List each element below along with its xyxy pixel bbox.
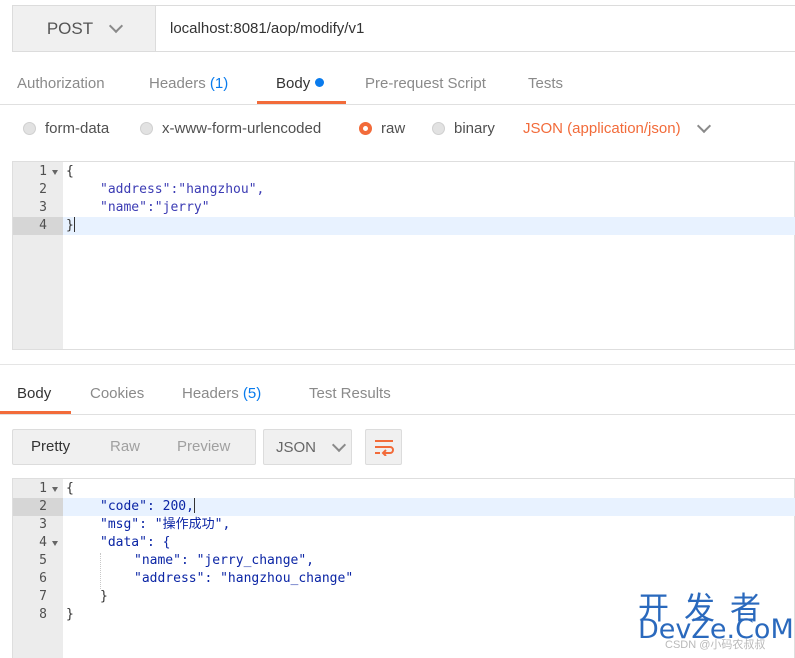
- line-number: 7: [39, 589, 47, 604]
- tab-cookies[interactable]: Cookies: [90, 376, 144, 414]
- code-line: "address":"hangzhou",: [100, 182, 265, 197]
- method-label: POST: [46, 18, 94, 38]
- indent-guide: [100, 553, 101, 589]
- chevron-down-icon: [331, 437, 347, 452]
- line-number: 8: [39, 607, 47, 622]
- fold-arrow-icon[interactable]: [52, 487, 58, 492]
- tab-body[interactable]: Body: [276, 66, 325, 104]
- radio-circle-icon: [23, 122, 36, 135]
- method-select[interactable]: POST: [12, 5, 155, 52]
- view-raw-button[interactable]: Raw: [110, 430, 140, 464]
- format-select[interactable]: JSON: [263, 429, 352, 465]
- tab-headers[interactable]: Headers (1): [149, 66, 228, 104]
- body-type-options: form-data x-www-form-urlencoded raw bina…: [0, 116, 795, 146]
- line-number: 1: [39, 164, 47, 179]
- code-line: }: [100, 589, 108, 604]
- radio-circle-icon: [432, 122, 445, 135]
- active-tab-indicator: [0, 411, 71, 414]
- radio-binary[interactable]: binary: [432, 120, 495, 137]
- chevron-down-icon: [109, 18, 124, 34]
- modified-dot-icon: [315, 78, 325, 87]
- tab-response-body[interactable]: Body: [17, 376, 51, 414]
- code-line: "name":"jerry": [100, 200, 210, 215]
- headers-count: (5): [242, 385, 262, 402]
- code-line: "code": 200,: [100, 498, 195, 514]
- wrap-icon: [374, 440, 394, 456]
- code-line: "data": {: [100, 535, 171, 550]
- tab-pre-request-script[interactable]: Pre-request Script: [365, 66, 486, 104]
- code-line: "name": "jerry_change",: [134, 553, 315, 568]
- content-type-select[interactable]: JSON (application/json): [523, 118, 711, 137]
- url-text: localhost:8081/aop/modify/v1: [170, 20, 365, 37]
- text-cursor: [73, 217, 75, 232]
- radio-x-www-form-urlencoded[interactable]: x-www-form-urlencoded: [140, 120, 321, 137]
- request-tabs: Authorization Headers (1) Body Pre-reque…: [0, 66, 795, 105]
- code-line: "msg": "操作成功",: [100, 517, 231, 532]
- active-tab-indicator: [257, 101, 346, 104]
- line-number: 3: [39, 517, 47, 532]
- line-number: 4: [39, 218, 47, 233]
- line-number: 2: [39, 499, 47, 514]
- fold-arrow-icon[interactable]: [52, 541, 58, 546]
- tab-tests[interactable]: Tests: [528, 66, 563, 104]
- view-mode-group: Pretty Raw Preview: [12, 429, 256, 465]
- code-line: }: [66, 607, 74, 622]
- radio-selected-icon: [359, 122, 372, 135]
- radio-form-data[interactable]: form-data: [23, 120, 109, 137]
- line-number: 6: [39, 571, 47, 586]
- url-input[interactable]: localhost:8081/aop/modify/v1: [155, 5, 795, 52]
- code-line: "address": "hangzhou_change": [134, 571, 354, 586]
- radio-raw[interactable]: raw: [359, 120, 405, 137]
- line-number: 3: [39, 200, 47, 215]
- tab-authorization[interactable]: Authorization: [17, 66, 105, 104]
- line-number: 1: [39, 481, 47, 496]
- active-line-highlight: [63, 217, 795, 235]
- line-number: 4: [39, 535, 47, 550]
- watermark-small: CSDN @小码农叔叔: [665, 639, 766, 651]
- tab-test-results[interactable]: Test Results: [309, 376, 391, 414]
- headers-count: (1): [209, 75, 229, 92]
- line-number: 5: [39, 553, 47, 568]
- request-body-editor[interactable]: 1 2 3 4 { "address":"hangzhou", "name":"…: [12, 161, 795, 350]
- section-divider: [0, 364, 795, 365]
- response-tabs: Body Cookies Headers (5) Test Results: [0, 376, 795, 415]
- wrap-lines-button[interactable]: [365, 429, 402, 465]
- line-number: 2: [39, 182, 47, 197]
- code-line: {: [66, 481, 74, 496]
- radio-circle-icon: [140, 122, 153, 135]
- tab-response-headers[interactable]: Headers (5): [182, 376, 261, 414]
- code-line: }: [66, 217, 75, 233]
- code-line: {: [66, 164, 74, 179]
- fold-arrow-icon[interactable]: [52, 170, 58, 175]
- text-cursor: [193, 498, 195, 513]
- view-preview-button[interactable]: Preview: [177, 430, 230, 464]
- chevron-down-icon: [696, 118, 711, 134]
- view-pretty-button[interactable]: Pretty: [31, 430, 70, 464]
